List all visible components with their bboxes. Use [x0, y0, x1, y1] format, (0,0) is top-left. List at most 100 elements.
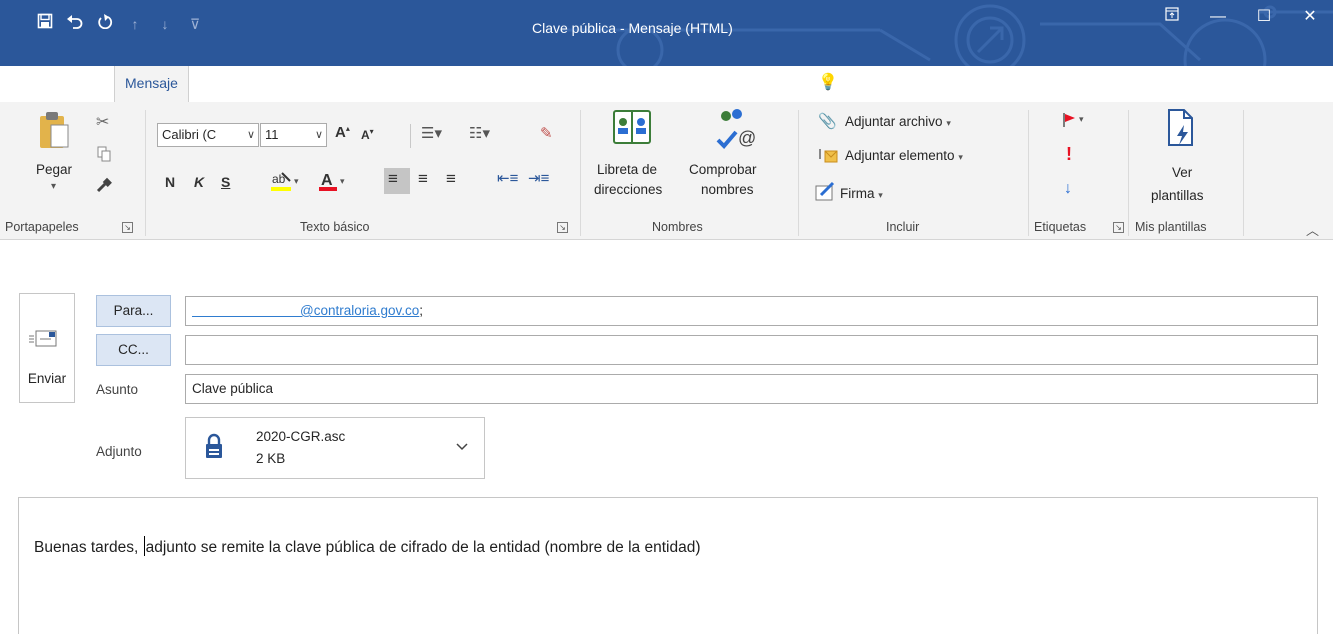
send-icon	[29, 328, 63, 353]
view-templates-label-line2[interactable]: plantillas	[1151, 188, 1204, 203]
tab-opciones[interactable]: Opciones	[337, 66, 396, 102]
message-body[interactable]: Buenas tardes, adjunto se remite la clav…	[18, 497, 1318, 634]
chevron-down-icon[interactable]: ∨	[315, 124, 323, 146]
underline-button[interactable]: S	[221, 174, 230, 190]
clear-formatting-icon[interactable]: ✎	[540, 124, 553, 142]
signature-icon	[815, 181, 837, 204]
recipient-redacted	[192, 303, 300, 317]
to-field[interactable]: @contraloria.gov.co;	[185, 296, 1318, 326]
cut-icon[interactable]: ✂	[96, 112, 109, 132]
compose-area: Enviar Para... @contraloria.gov.co; CC..…	[0, 241, 1333, 634]
divider	[410, 124, 411, 148]
paste-button[interactable]: Pegar	[36, 162, 72, 177]
minimize-icon[interactable]: —	[1195, 0, 1241, 34]
tags-launcher-icon[interactable]: ↘	[1113, 222, 1124, 233]
tab-mensaje[interactable]: Mensaje	[114, 66, 189, 104]
font-color-icon[interactable]: A ▾	[318, 170, 350, 195]
body-text-after-caret: adjunto se remite la clave pública de ci…	[145, 539, 701, 556]
clipboard-launcher-icon[interactable]: ↘	[122, 222, 133, 233]
paperclip-icon: 📎	[818, 113, 837, 130]
text-caret	[143, 536, 145, 556]
low-importance-icon[interactable]: ↓	[1064, 180, 1072, 198]
format-painter-icon[interactable]	[95, 176, 113, 197]
svg-text:▾: ▾	[294, 176, 299, 186]
tab-revisar[interactable]: Revisar	[628, 66, 675, 102]
attach-item-button[interactable]: Adjuntar elemento ▾	[845, 148, 963, 163]
undo-icon[interactable]	[60, 12, 90, 36]
svg-text:▾: ▾	[1079, 114, 1084, 124]
group-divider	[145, 110, 146, 236]
close-icon[interactable]: ✕	[1287, 0, 1333, 34]
signature-button[interactable]: Firma ▾	[840, 186, 883, 201]
follow-up-flag-icon[interactable]: ▾	[1062, 112, 1088, 131]
redo-icon[interactable]	[90, 12, 120, 36]
message-body-text: Buenas tardes, adjunto se remite la clav…	[34, 536, 700, 557]
ribbon-display-icon[interactable]	[1149, 0, 1195, 34]
lightbulb-icon: 💡	[818, 74, 838, 91]
collapse-ribbon-icon[interactable]: ︿	[1306, 220, 1319, 239]
paste-dropdown-icon[interactable]: ▾	[51, 181, 56, 192]
tab-archivo[interactable]: Archivo	[12, 66, 59, 102]
bold-button[interactable]: N	[165, 174, 175, 190]
bullets-icon[interactable]: ☰▾	[421, 124, 442, 142]
group-label-etiquetas: Etiquetas	[1034, 220, 1087, 234]
check-names-label-line2[interactable]: nombres	[701, 182, 754, 197]
highlight-icon[interactable]: ab ▾	[270, 170, 304, 195]
attach-file-button[interactable]: Adjuntar archivo ▾	[845, 114, 951, 129]
align-right-icon[interactable]: ≡	[446, 169, 456, 189]
title-bar: ↑ ↓ ⊽ Clave pública - Mensaje (HTML) — ☐…	[0, 0, 1333, 66]
maximize-icon[interactable]: ☐	[1241, 0, 1287, 34]
attachment-card[interactable]: 2020-CGR.asc 2 KB	[185, 417, 485, 479]
save-icon[interactable]	[30, 12, 60, 36]
tab-formato-de-texto[interactable]: Formato de texto	[451, 66, 557, 102]
group-divider	[1243, 110, 1244, 236]
align-center-icon[interactable]: ≡	[418, 169, 428, 189]
customize-icon[interactable]: ⊽	[180, 12, 210, 36]
font-size-value: 11	[265, 127, 279, 142]
align-left-icon[interactable]: ≡	[388, 169, 398, 189]
attachment-size: 2 KB	[256, 451, 286, 466]
view-templates-icon[interactable]	[1166, 108, 1196, 151]
shrink-font-icon[interactable]: A▾	[361, 127, 374, 142]
check-names-icon[interactable]: @	[712, 106, 758, 153]
copy-icon[interactable]	[97, 146, 111, 165]
cc-button[interactable]: CC...	[96, 334, 171, 366]
cc-field[interactable]	[185, 335, 1318, 365]
group-divider	[798, 110, 799, 236]
down-arrow-icon[interactable]: ↓	[150, 12, 180, 36]
font-name-value: Calibri (C	[162, 127, 217, 142]
increase-indent-icon[interactable]: ⇥≡	[528, 169, 549, 187]
paste-icon[interactable]	[38, 110, 70, 157]
group-label-texto-basico: Texto básico	[300, 220, 370, 234]
tab-ayuda[interactable]: Ayuda	[721, 66, 760, 102]
italic-button[interactable]: K	[194, 174, 204, 190]
numbering-icon[interactable]: ☷▾	[469, 124, 490, 142]
group-divider	[1128, 110, 1129, 236]
tell-me-search[interactable]: ¿Qué desea hacer?	[855, 66, 979, 102]
font-size-box[interactable]: 11 ∨	[260, 123, 327, 147]
subject-field[interactable]: Clave pública	[185, 374, 1318, 404]
recipient-email[interactable]: @contraloria.gov.co	[300, 303, 419, 318]
decrease-indent-icon[interactable]: ⇤≡	[497, 169, 518, 187]
to-button[interactable]: Para...	[96, 295, 171, 327]
check-names-button[interactable]: Comprobar	[689, 162, 757, 177]
address-book-icon[interactable]	[612, 108, 652, 149]
address-book-button[interactable]: Libreta de	[597, 162, 657, 177]
group-divider	[580, 110, 581, 236]
send-button[interactable]: Enviar	[19, 293, 75, 403]
font-name-box[interactable]: Calibri (C ∨	[157, 123, 259, 147]
chevron-down-icon[interactable]: ∨	[247, 124, 255, 146]
font-launcher-icon[interactable]: ↘	[557, 222, 568, 233]
view-templates-button[interactable]: Ver	[1172, 165, 1192, 180]
lock-file-icon	[204, 432, 224, 463]
group-label-mis-plantillas: Mis plantillas	[1135, 220, 1207, 234]
address-book-label-line2[interactable]: direcciones	[594, 182, 662, 197]
recipient-separator: ;	[419, 303, 424, 318]
grow-font-icon[interactable]: A▴	[335, 124, 350, 141]
chevron-down-icon[interactable]	[456, 438, 468, 454]
attachment-label: Adjunto	[96, 444, 142, 459]
up-arrow-icon[interactable]: ↑	[120, 12, 150, 36]
group-label-nombres: Nombres	[652, 220, 703, 234]
high-importance-icon[interactable]: !	[1066, 144, 1072, 165]
tab-insertar[interactable]: Insertar	[237, 66, 284, 102]
